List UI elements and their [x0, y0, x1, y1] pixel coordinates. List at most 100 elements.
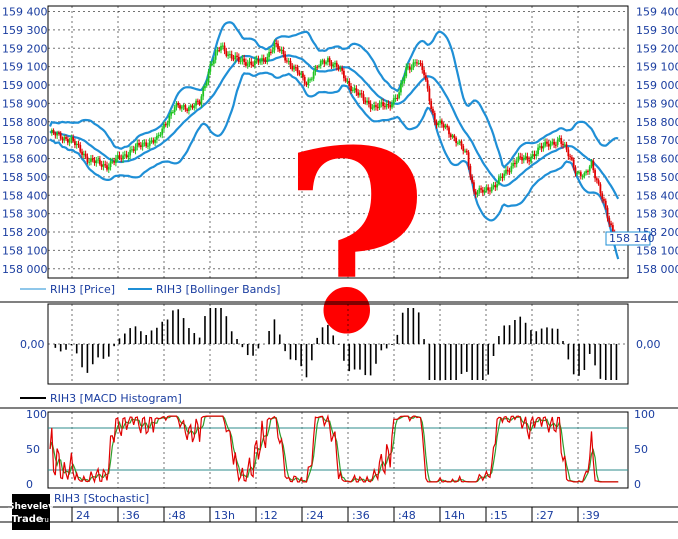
candle-body	[195, 100, 197, 106]
candle-body	[293, 67, 295, 70]
candle-body	[129, 149, 132, 156]
candle-body	[421, 63, 424, 70]
candle-body	[189, 105, 192, 107]
candle-body	[337, 66, 340, 70]
candle-body	[225, 51, 228, 56]
candle-body	[134, 146, 137, 151]
price-tick-label: 159 300	[636, 24, 678, 37]
candle-body	[180, 106, 183, 109]
price-tick-label: 158 500	[636, 171, 678, 184]
candle-body	[193, 105, 196, 108]
candle-body	[473, 182, 475, 192]
candle-body	[86, 156, 89, 163]
candle-body	[277, 43, 279, 50]
candle-body	[150, 140, 153, 142]
candle-body	[510, 166, 513, 172]
candle-body	[234, 55, 237, 60]
candle-body	[435, 121, 438, 126]
candle-body	[113, 161, 116, 163]
candle-body	[521, 156, 523, 161]
candle-body	[66, 138, 69, 143]
candle-body	[93, 160, 96, 164]
candle-body	[310, 78, 313, 80]
candle-body	[526, 156, 529, 161]
candle-body	[408, 66, 411, 70]
candle-body	[494, 185, 497, 188]
candle-body	[155, 135, 158, 140]
candle-body	[440, 120, 443, 125]
candle-body	[417, 63, 420, 65]
candle-body	[528, 160, 531, 162]
candle-body	[58, 132, 60, 134]
candle-body	[120, 158, 123, 160]
candle-body	[275, 42, 278, 44]
legend-macd: RIH3 [MACD Histogram]	[50, 392, 182, 405]
candle-body	[405, 66, 408, 77]
candle-body	[186, 109, 189, 111]
candle-body	[305, 83, 308, 85]
time-label: :39	[582, 509, 600, 522]
candle-body	[255, 59, 258, 61]
candle-body	[335, 62, 338, 67]
candle-body	[330, 62, 333, 67]
candle-body	[132, 149, 135, 151]
candle-body	[264, 60, 267, 62]
candle-body	[205, 81, 208, 86]
candle-body	[419, 63, 422, 65]
candle-body	[287, 60, 290, 62]
price-tick-label: 158 800	[2, 116, 48, 129]
candle-body	[131, 149, 133, 151]
candle-body	[252, 64, 254, 66]
candle-body	[214, 52, 217, 60]
candle-body	[558, 138, 561, 140]
candle-body	[143, 142, 146, 144]
time-label: :36	[122, 509, 140, 522]
candle-body	[106, 165, 108, 170]
candle-body	[562, 143, 564, 146]
candle-body	[339, 68, 342, 70]
last-price-label: 158 140	[609, 232, 655, 245]
candle-body	[296, 67, 299, 73]
candle-body	[471, 176, 474, 183]
legend-price: RIH3 [Price]	[50, 283, 115, 296]
stochastic-legend: RIH3 [Stochastic]	[54, 492, 149, 505]
legend-stochastic: RIH3 [Stochastic]	[54, 492, 149, 505]
candle-body	[75, 143, 78, 146]
price-legend: RIH3 [Price] RIH3 [Bollinger Bands]	[20, 283, 280, 296]
candle-body	[314, 66, 317, 72]
candle-body	[81, 151, 83, 155]
candle-body	[465, 150, 468, 153]
candle-body	[567, 149, 570, 157]
candle-body	[273, 42, 276, 51]
candle-body	[428, 88, 431, 102]
candle-body	[522, 158, 525, 161]
candle-body	[351, 89, 354, 91]
candle-body	[460, 141, 463, 146]
candle-body	[326, 58, 329, 63]
candle-body	[355, 88, 358, 93]
price-tick-label: 159 400	[636, 6, 678, 19]
candle-body	[261, 58, 263, 62]
candle-body	[184, 105, 187, 110]
candle-body	[537, 147, 539, 155]
candle-body	[104, 164, 107, 166]
logo-line1: Shevelev	[8, 502, 54, 512]
candle-body	[154, 139, 156, 143]
candle-body	[191, 105, 194, 108]
candle-body	[122, 155, 124, 160]
candle-body	[512, 162, 515, 167]
candle-body	[524, 156, 527, 159]
candle-body	[239, 60, 242, 62]
candle-body	[139, 145, 142, 148]
candle-body	[344, 78, 347, 82]
macd-zero-right: 0,00	[636, 338, 661, 351]
candle-body	[341, 68, 344, 71]
price-tick-label: 158 400	[636, 189, 678, 202]
candle-body	[188, 106, 190, 111]
last-price-tag: 158 140	[605, 231, 655, 246]
candle-body	[604, 200, 607, 208]
price-tick-label: 158 500	[2, 171, 48, 184]
time-label: 24	[76, 509, 90, 522]
candle-body	[68, 140, 71, 143]
logo-suffix: .ru	[39, 516, 49, 524]
